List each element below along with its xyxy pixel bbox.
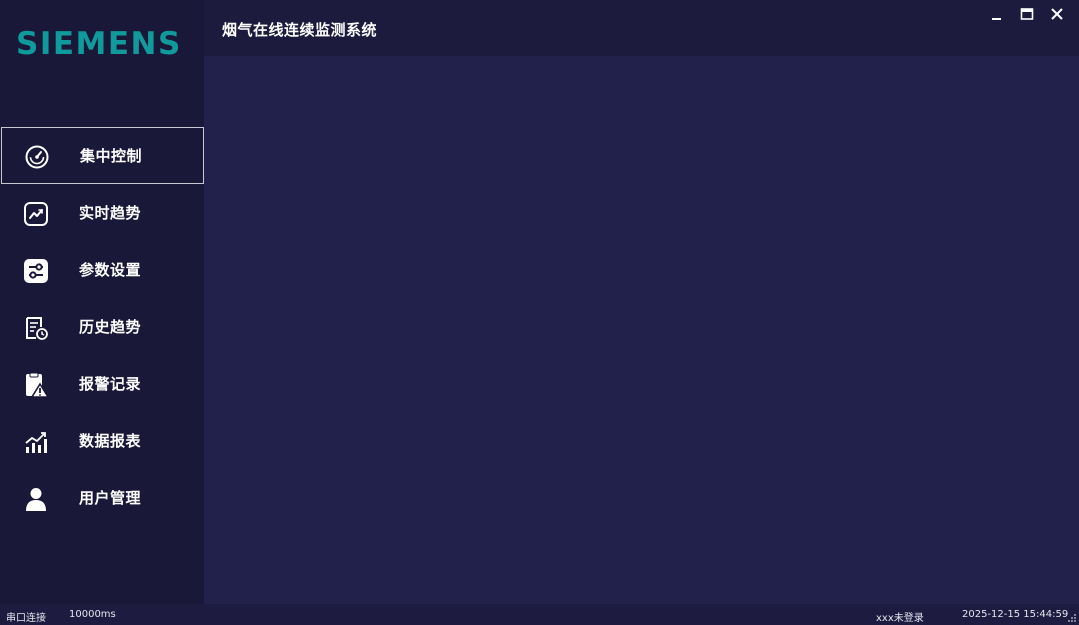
history-document-icon <box>26 317 48 340</box>
status-bar: 串口连接 10000ms xxx未登录 2025-12-15 15:44:59 <box>0 604 1079 625</box>
resize-grip-icon[interactable] <box>1067 613 1077 623</box>
sidebar-item-label: 报警记录 <box>79 375 142 393</box>
sidebar-item-label: 集中控制 <box>80 147 143 165</box>
app-window: SIEMENS 集中控制 实时趋势 参数设置 历史趋势 报警记录 数据报表 用户… <box>0 0 1079 625</box>
main-content-area <box>204 56 1079 604</box>
bar-chart-icon <box>25 432 47 453</box>
sidebar-item-parameters[interactable]: 参数设置 <box>0 241 204 298</box>
serial-connection-status: 串口连接 <box>6 613 46 624</box>
sidebar-item-alarm-records[interactable]: 报警记录 <box>0 355 204 412</box>
minimize-icon[interactable] <box>989 6 1005 22</box>
sidebar-item-label: 历史趋势 <box>79 318 142 336</box>
sidebar-item-realtime-trend[interactable]: 实时趋势 <box>0 184 204 241</box>
sidebar: SIEMENS 集中控制 实时趋势 参数设置 历史趋势 报警记录 数据报表 用户… <box>0 0 204 604</box>
alarm-clipboard-icon <box>26 372 49 398</box>
login-status: xxx未登录 <box>876 613 924 624</box>
trend-chart-icon <box>24 202 48 226</box>
datetime: 2025-12-15 15:44:59 <box>962 609 1069 620</box>
sidebar-item-central-control[interactable]: 集中控制 <box>1 127 204 184</box>
window-title: 烟气在线连续监测系统 <box>222 21 378 39</box>
sidebar-item-label: 用户管理 <box>79 489 142 507</box>
sidebar-item-data-report[interactable]: 数据报表 <box>0 412 204 469</box>
close-icon[interactable] <box>1049 6 1065 22</box>
polling-interval: 10000ms <box>69 609 116 620</box>
window-controls <box>989 6 1065 22</box>
sidebar-item-label: 参数设置 <box>79 261 142 279</box>
siemens-logo: SIEMENS <box>16 26 182 62</box>
sliders-icon <box>24 259 48 283</box>
user-icon <box>26 488 46 511</box>
sidebar-nav: 集中控制 实时趋势 参数设置 历史趋势 报警记录 数据报表 用户管理 <box>0 127 204 526</box>
sidebar-item-label: 数据报表 <box>79 432 142 450</box>
gauge-icon <box>25 145 49 169</box>
sidebar-item-history-trend[interactable]: 历史趋势 <box>0 298 204 355</box>
maximize-icon[interactable] <box>1019 6 1035 22</box>
sidebar-item-label: 实时趋势 <box>79 204 142 222</box>
sidebar-item-user-management[interactable]: 用户管理 <box>0 469 204 526</box>
